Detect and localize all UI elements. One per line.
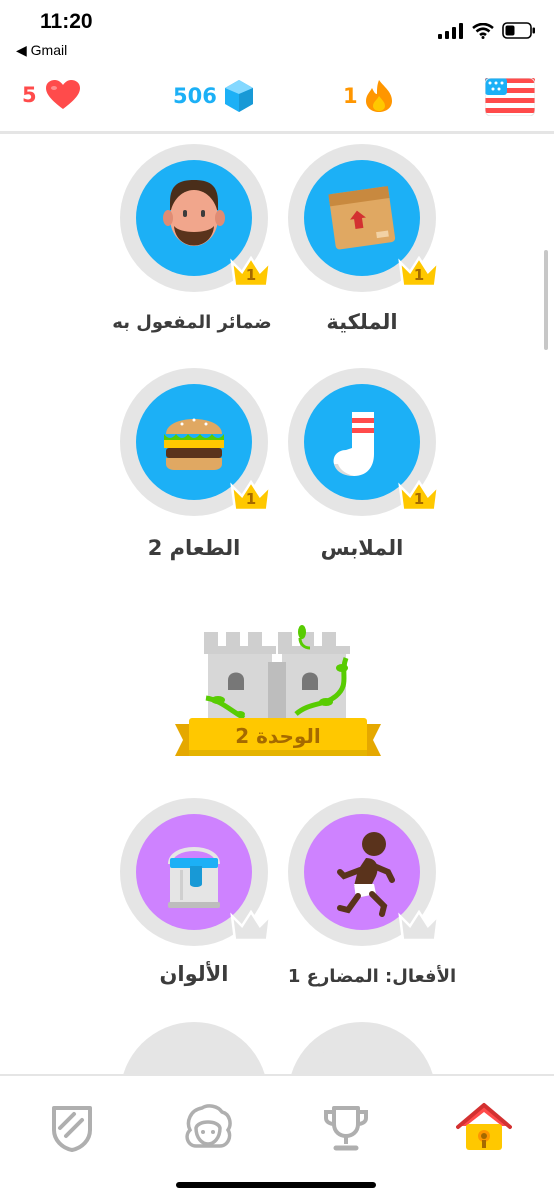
gem-icon [224,80,253,112]
streak-count: 1 [343,84,358,108]
crown-badge: 1 [230,479,272,514]
crown-badge-locked [230,909,272,944]
home-indicator[interactable] [176,1182,376,1188]
skill-clothes[interactable]: 1 [288,368,440,516]
header-divider [0,131,554,134]
gems-counter[interactable]: 506 [173,80,253,112]
profile-icon [185,1104,232,1148]
crown-badge: 1 [398,255,440,290]
course-flag[interactable] [484,77,536,120]
tab-shield[interactable] [44,1100,100,1156]
wifi-icon [472,22,494,39]
skill-label: ضمائر المفعول به [112,312,272,333]
flame-icon [365,80,392,112]
skill-colors[interactable] [120,798,272,946]
skill-verbs-present-1[interactable] [288,798,440,946]
skill-possession[interactable]: 1 [288,144,440,292]
skill-label: الطعام 2 [147,536,241,560]
stats-bar: 5 506 1 [0,66,554,130]
skill-label: الألوان [159,962,229,986]
crown-badge: 1 [398,479,440,514]
skill-object-pronouns[interactable]: 1 [120,144,272,292]
crown-icon [230,909,272,942]
hearts-counter[interactable]: 5 [22,80,81,110]
crown-badge-locked [398,909,440,944]
gems-count: 506 [173,84,217,108]
streak-counter[interactable]: 1 [343,80,392,112]
skill-food-2[interactable]: 1 [120,368,272,516]
crown-badge: 1 [230,255,272,290]
hearts-count: 5 [22,83,37,107]
us-flag-icon [484,77,536,117]
battery-icon [502,22,535,39]
scrollbar[interactable] [544,250,548,350]
unit-ribbon[interactable]: الوحدة 2 [175,716,381,760]
system-icons [438,22,536,39]
crown-level: 1 [245,490,257,508]
status-bar: 11:20 ◀ Gmail [0,0,554,66]
unit-label: الوحدة 2 [235,724,321,748]
trophy-icon [324,1106,368,1151]
crown-level: 1 [413,266,425,284]
clock: 11:20 [40,10,93,33]
tab-leaderboard[interactable] [318,1100,374,1156]
back-to-gmail[interactable]: ◀ Gmail [16,42,67,59]
tab-home[interactable] [456,1100,512,1156]
crown-icon [398,909,440,942]
tab-profile[interactable] [180,1100,236,1156]
crown-level: 1 [413,490,425,508]
signal-icon [438,22,463,39]
heart-icon [45,80,80,109]
shield-icon [52,1106,92,1152]
home-icon [456,1103,512,1150]
crown-level: 1 [245,266,257,284]
